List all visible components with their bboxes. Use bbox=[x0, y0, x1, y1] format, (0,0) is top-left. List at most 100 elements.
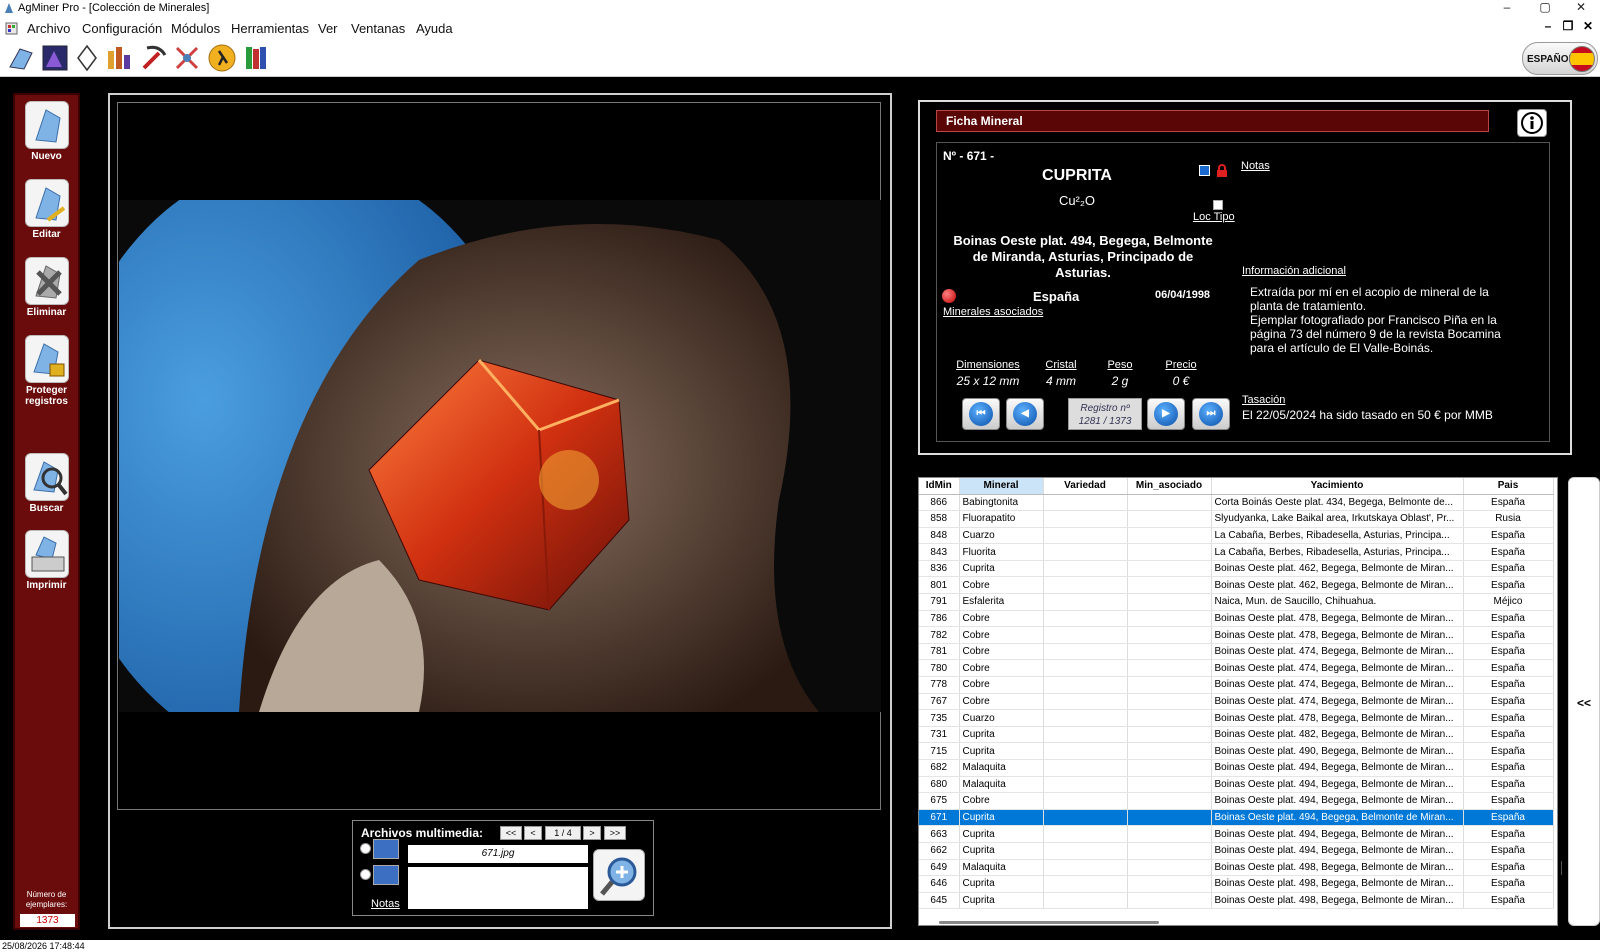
cell-variedad[interactable] bbox=[1043, 659, 1128, 678]
cell-variedad[interactable] bbox=[1043, 643, 1128, 661]
cell-yacimiento[interactable]: Boinas Oeste plat. 474, Begega, Belmonte… bbox=[1211, 643, 1464, 661]
last-record-button[interactable]: ⏭ bbox=[1192, 398, 1230, 430]
cell-pais[interactable]: España bbox=[1463, 859, 1554, 877]
crystal-tool-icon[interactable] bbox=[6, 43, 36, 73]
cell-mineral[interactable]: Cobre bbox=[959, 659, 1044, 678]
cell-min-asociado[interactable] bbox=[1127, 759, 1212, 777]
table-row[interactable]: 662 Cuprita Boinas Oeste plat. 494, Begega… bbox=[919, 842, 1554, 860]
cell-idmin[interactable]: 731 bbox=[919, 726, 960, 744]
cell-idmin[interactable]: 649 bbox=[919, 859, 960, 877]
additional-info-link[interactable]: Información adicional bbox=[1242, 265, 1346, 277]
table-row[interactable]: 735 Cuarzo Boinas Oeste plat. 478, Begega,… bbox=[919, 709, 1554, 727]
cell-yacimiento[interactable]: Boinas Oeste plat. 498, Begega, Belmonte… bbox=[1211, 859, 1464, 877]
media-next-button[interactable]: > bbox=[583, 826, 601, 840]
menu-configuracion[interactable]: Configuración bbox=[82, 21, 162, 36]
cell-variedad[interactable] bbox=[1043, 626, 1128, 644]
image-radio[interactable] bbox=[360, 843, 371, 854]
cell-variedad[interactable] bbox=[1043, 494, 1128, 512]
cell-variedad[interactable] bbox=[1043, 527, 1128, 545]
cell-mineral[interactable]: Cobre bbox=[959, 676, 1044, 694]
cell-min-asociado[interactable] bbox=[1127, 510, 1212, 528]
cell-idmin[interactable]: 646 bbox=[919, 875, 960, 893]
new-button[interactable]: Nuevo bbox=[15, 101, 78, 162]
cell-pais[interactable]: España bbox=[1463, 709, 1554, 727]
cell-variedad[interactable] bbox=[1043, 859, 1128, 877]
cell-idmin[interactable]: 801 bbox=[919, 576, 960, 595]
cell-yacimiento[interactable]: Slyudyanka, Lake Baikal area, Irkutskaya… bbox=[1211, 510, 1464, 528]
cell-pais[interactable]: España bbox=[1463, 776, 1554, 794]
cell-pais[interactable]: España bbox=[1463, 825, 1554, 843]
table-row[interactable]: 858 Fluorapatito Slyudyanka, Lake Baikal a… bbox=[919, 510, 1554, 528]
cell-yacimiento[interactable]: Boinas Oeste plat. 478, Begega, Belmonte… bbox=[1211, 610, 1464, 628]
cell-yacimiento[interactable]: Boinas Oeste plat. 490, Begega, Belmonte… bbox=[1211, 742, 1464, 760]
table-row[interactable]: 782 Cobre Boinas Oeste plat. 478, Begega, … bbox=[919, 626, 1554, 644]
maximize-button[interactable]: ▢ bbox=[1528, 0, 1562, 17]
cell-idmin[interactable]: 778 bbox=[919, 676, 960, 694]
cell-yacimiento[interactable]: Boinas Oeste plat. 498, Begega, Belmonte… bbox=[1211, 875, 1464, 893]
info-button[interactable] bbox=[1517, 109, 1547, 137]
cell-yacimiento[interactable]: Boinas Oeste plat. 462, Begega, Belmonte… bbox=[1211, 560, 1464, 578]
cell-idmin[interactable]: 791 bbox=[919, 593, 960, 611]
first-record-button[interactable]: ⏮ bbox=[962, 398, 1000, 430]
prev-record-button[interactable]: ◀ bbox=[1006, 398, 1044, 430]
minimize-button[interactable]: – bbox=[1490, 0, 1524, 17]
cell-min-asociado[interactable] bbox=[1127, 610, 1212, 628]
col-min-asociado[interactable]: Min_asociado bbox=[1127, 478, 1212, 495]
cell-idmin[interactable]: 782 bbox=[919, 626, 960, 644]
cell-idmin[interactable]: 767 bbox=[919, 693, 960, 711]
cell-variedad[interactable] bbox=[1043, 809, 1128, 827]
table-row[interactable]: 801 Cobre Boinas Oeste plat. 462, Begega, … bbox=[919, 576, 1554, 595]
cell-pais[interactable]: España bbox=[1463, 842, 1554, 860]
table-row[interactable]: 731 Cuprita Boinas Oeste plat. 482, Begega… bbox=[919, 726, 1554, 744]
cell-idmin[interactable]: 866 bbox=[919, 494, 960, 512]
cell-idmin[interactable]: 680 bbox=[919, 776, 960, 794]
cell-mineral[interactable]: Fluorapatito bbox=[959, 510, 1044, 528]
cell-mineral[interactable]: Malaquita bbox=[959, 776, 1044, 794]
cell-yacimiento[interactable]: Boinas Oeste plat. 494, Begega, Belmonte… bbox=[1211, 842, 1464, 860]
next-record-button[interactable]: ▶ bbox=[1147, 398, 1185, 430]
cell-variedad[interactable] bbox=[1043, 759, 1128, 777]
protect-records-button[interactable]: Proteger registros bbox=[15, 335, 78, 407]
col-mineral[interactable]: Mineral bbox=[959, 478, 1044, 495]
cell-mineral[interactable]: Cuprita bbox=[959, 892, 1044, 910]
table-row[interactable]: 781 Cobre Boinas Oeste plat. 474, Begega, … bbox=[919, 643, 1554, 661]
horizontal-scroll-thumb[interactable] bbox=[939, 921, 1159, 924]
table-row[interactable]: 843 Fluorita La Cabaña, Berbes, Ribadesell… bbox=[919, 543, 1554, 561]
cell-idmin[interactable]: 682 bbox=[919, 759, 960, 777]
cell-variedad[interactable] bbox=[1043, 576, 1128, 595]
cell-min-asociado[interactable] bbox=[1127, 875, 1212, 893]
delete-button[interactable]: Eliminar bbox=[15, 257, 78, 318]
cell-yacimiento[interactable]: Boinas Oeste plat. 494, Begega, Belmonte… bbox=[1211, 809, 1464, 827]
pickaxe-icon[interactable] bbox=[139, 43, 169, 73]
search-button[interactable]: Buscar bbox=[15, 453, 78, 514]
cell-pais[interactable]: España bbox=[1463, 626, 1554, 644]
table-row[interactable]: 646 Cuprita Boinas Oeste plat. 498, Begega… bbox=[919, 875, 1554, 893]
cell-yacimiento[interactable]: Boinas Oeste plat. 494, Begega, Belmonte… bbox=[1211, 776, 1464, 794]
language-selector[interactable]: ESPAÑOL bbox=[1522, 42, 1598, 75]
table-row[interactable]: 791 Esfalerita Naica, Mun. de Saucillo, Ch… bbox=[919, 593, 1554, 611]
cell-pais[interactable]: España bbox=[1463, 726, 1554, 744]
cell-pais[interactable]: España bbox=[1463, 792, 1554, 810]
cell-min-asociado[interactable] bbox=[1127, 709, 1212, 727]
mineral-photo[interactable] bbox=[119, 200, 881, 712]
child-close-button[interactable]: ✕ bbox=[1578, 19, 1598, 37]
menu-ver[interactable]: Ver bbox=[318, 21, 338, 36]
col-idmin[interactable]: IdMin bbox=[919, 478, 960, 495]
cell-yacimiento[interactable]: Boinas Oeste plat. 474, Begega, Belmonte… bbox=[1211, 693, 1464, 711]
cell-idmin[interactable]: 848 bbox=[919, 527, 960, 545]
tools-icon[interactable] bbox=[172, 43, 202, 73]
cell-variedad[interactable] bbox=[1043, 792, 1128, 810]
cell-idmin[interactable]: 786 bbox=[919, 610, 960, 628]
cell-variedad[interactable] bbox=[1043, 676, 1128, 694]
cell-pais[interactable]: España bbox=[1463, 693, 1554, 711]
child-restore-button[interactable]: ❐ bbox=[1558, 19, 1578, 37]
explorer-icon[interactable] bbox=[207, 43, 237, 73]
cell-yacimiento[interactable]: Boinas Oeste plat. 498, Begega, Belmonte… bbox=[1211, 892, 1464, 910]
menu-herramientas[interactable]: Herramientas bbox=[231, 21, 309, 36]
table-row[interactable]: 682 Malaquita Boinas Oeste plat. 494, Bege… bbox=[919, 759, 1554, 777]
cell-min-asociado[interactable] bbox=[1127, 560, 1212, 578]
gallery-icon[interactable] bbox=[40, 43, 70, 73]
cell-idmin[interactable]: 843 bbox=[919, 543, 960, 561]
table-row[interactable]: 715 Cuprita Boinas Oeste plat. 490, Begega… bbox=[919, 742, 1554, 760]
zoom-button[interactable] bbox=[593, 849, 645, 901]
